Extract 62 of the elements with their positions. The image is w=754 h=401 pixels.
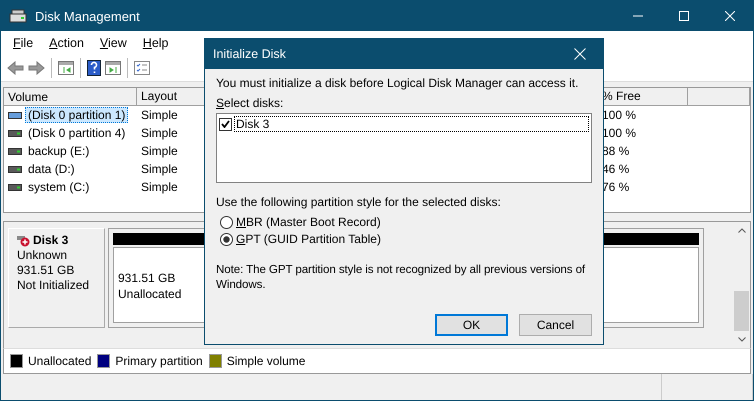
legend-label: Unallocated: [28, 354, 92, 368]
partition-label: Unallocated: [118, 286, 182, 302]
scroll-up-icon[interactable]: [738, 228, 746, 233]
drive-icon: [8, 130, 22, 136]
drive-icon: [8, 184, 22, 190]
table-cell-text: 100 %: [601, 126, 638, 140]
table-cell-text: Simple: [140, 144, 179, 158]
table-cell-text: Simple: [140, 126, 179, 140]
volume-name[interactable]: (Disk 0 partition 1): [25, 107, 128, 123]
app-icon: [9, 9, 27, 23]
radio-button[interactable]: [220, 232, 233, 246]
legend-label: Primary partition: [115, 354, 203, 368]
close-icon[interactable]: [574, 48, 586, 60]
drive-icon: [8, 166, 22, 172]
dialog-message: You must initialize a disk before Logical Disk Manager can access it.: [216, 76, 580, 90]
window-title: Disk Management: [35, 8, 141, 24]
checklist-icon[interactable]: [134, 61, 150, 75]
radio-label[interactable]: GPT (GUID Partition Table): [236, 232, 381, 246]
partition-size: 931.51 GB: [118, 270, 176, 286]
disk-type: Unknown: [17, 248, 68, 263]
help-icon[interactable]: [87, 60, 101, 76]
disk-name: Disk 3: [33, 233, 68, 248]
back-icon[interactable]: [7, 61, 24, 75]
console-tree-icon[interactable]: [58, 61, 74, 75]
disk-list[interactable]: Disk 3: [216, 113, 592, 183]
scroll-down-icon[interactable]: [738, 337, 746, 342]
disk-error-icon: [17, 234, 31, 246]
column-header[interactable]: Volume: [4, 88, 137, 106]
table-cell-text: Simple: [140, 180, 179, 194]
volume-name[interactable]: (Disk 0 partition 4): [25, 125, 128, 141]
legend-label: Simple volume: [226, 354, 306, 368]
scrollbar-thumb[interactable]: [734, 291, 749, 331]
cancel-button[interactable]: Cancel: [519, 314, 592, 336]
radio-label[interactable]: MBR (Master Boot Record): [236, 215, 381, 229]
volume-name[interactable]: backup (E:): [25, 143, 92, 159]
volume-name[interactable]: data (D:): [25, 161, 78, 177]
table-cell-text: Simple: [140, 108, 179, 122]
menu-item[interactable]: Help: [134, 34, 177, 52]
dialog-title: Initialize Disk: [213, 47, 287, 61]
forward-icon[interactable]: [28, 61, 45, 75]
disk-status: Not Initialized: [17, 278, 90, 293]
drive-icon: [8, 112, 22, 118]
menu-item[interactable]: File: [5, 34, 42, 52]
note-text: Note: The GPT partition style is not recognized by all previous versions of Windows.: [216, 262, 586, 292]
disk-size: 931.51 GB: [17, 263, 76, 278]
menu-item[interactable]: View: [92, 34, 135, 52]
action-pane-icon[interactable]: [105, 61, 121, 75]
close-icon[interactable]: [725, 11, 735, 21]
disk-list-item[interactable]: Disk 3: [234, 116, 589, 132]
menu-item[interactable]: Action: [41, 34, 92, 52]
ok-button[interactable]: OK: [435, 314, 508, 336]
radio-button[interactable]: [220, 216, 233, 228]
table-cell-text: 100 %: [601, 108, 638, 122]
disk-info-card[interactable]: Disk 3 Unknown 931.51 GB Not Initialized: [8, 228, 105, 328]
select-disks-label: Select disks:: [216, 96, 284, 110]
table-cell-text: Simple: [140, 162, 179, 176]
partition-style-label: Use the following partition style for the selected disks:: [216, 195, 502, 209]
maximize-icon[interactable]: [679, 11, 689, 21]
table-cell-text: 76 %: [601, 180, 630, 194]
volume-name[interactable]: system (C:): [25, 179, 92, 195]
checkbox[interactable]: [219, 118, 232, 130]
drive-icon: [8, 148, 22, 154]
